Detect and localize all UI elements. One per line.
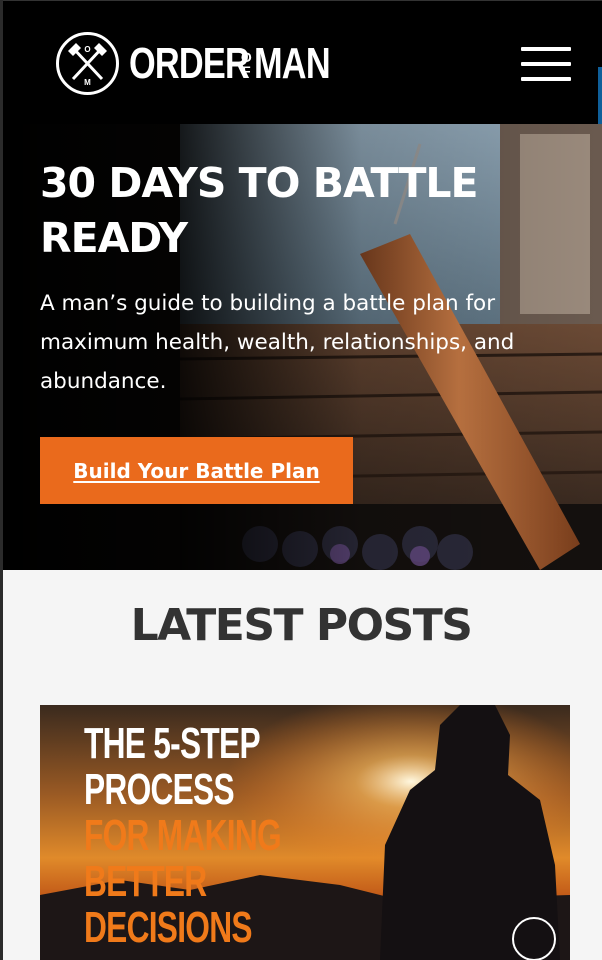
post-card[interactable]: THE 5-STEP PROCESS FOR MAKING BETTER DEC… (40, 705, 570, 960)
post-title: THE 5-STEP PROCESS FOR MAKING BETTER DEC… (84, 719, 282, 952)
svg-text:O: O (84, 45, 90, 54)
post-title-line: FOR MAKING (84, 811, 282, 860)
site-header: O M ORDER O F MAN (0, 0, 602, 125)
post-title-line: PROCESS (84, 765, 235, 814)
logo-wordmark: ORDER O F MAN (129, 38, 351, 88)
hero-banner: 30 DAYS TO BATTLE READY A man’s guide to… (0, 124, 602, 570)
hamburger-icon[interactable] (521, 47, 571, 81)
post-title-line: THE 5-STEP (84, 719, 261, 768)
latest-posts-heading: LATEST POSTS (130, 600, 473, 651)
crossed-axes-icon: O M (56, 32, 119, 95)
post-title-line: DECISIONS (84, 903, 253, 952)
svg-text:M: M (84, 78, 91, 87)
edge-strip (598, 67, 602, 125)
post-title-line: BETTER (84, 857, 207, 906)
logo-word-order: ORDER (129, 38, 250, 88)
site-logo[interactable]: O M ORDER O F MAN (56, 32, 351, 95)
build-battle-plan-button[interactable]: Build Your Battle Plan (40, 437, 353, 504)
logo-word-man: MAN (253, 38, 331, 88)
order-of-man-badge-icon (512, 917, 556, 960)
frame-border (0, 0, 3, 960)
hero-title: 30 DAYS TO BATTLE READY (40, 159, 479, 262)
hero-subtitle: A man’s guide to building a battle plan … (40, 291, 515, 394)
